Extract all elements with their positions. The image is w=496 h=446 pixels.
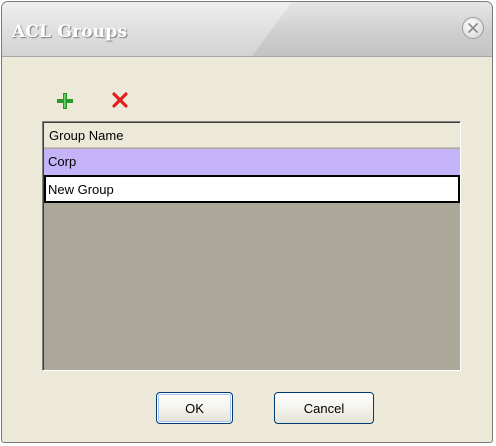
close-button[interactable] — [462, 17, 484, 39]
acl-groups-dialog: ACL Groups Group Name Corp OK Cancel — [1, 1, 493, 443]
add-group-button[interactable] — [56, 92, 74, 110]
title-bar[interactable]: ACL Groups — [2, 2, 492, 57]
cancel-button[interactable]: Cancel — [274, 392, 374, 424]
close-icon — [468, 23, 478, 33]
list-item[interactable]: Corp — [44, 149, 460, 175]
delete-group-button[interactable] — [111, 91, 129, 109]
column-header-group-name[interactable]: Group Name — [44, 123, 460, 148]
group-name-input[interactable] — [46, 177, 458, 201]
x-icon — [112, 92, 128, 108]
window-title: ACL Groups — [12, 22, 128, 42]
new-group-edit-row[interactable] — [44, 175, 460, 203]
ok-button[interactable]: OK — [156, 392, 233, 424]
group-list[interactable]: Group Name Corp — [42, 121, 461, 371]
group-list-body: Group Name Corp — [43, 122, 460, 370]
plus-icon — [57, 93, 73, 109]
